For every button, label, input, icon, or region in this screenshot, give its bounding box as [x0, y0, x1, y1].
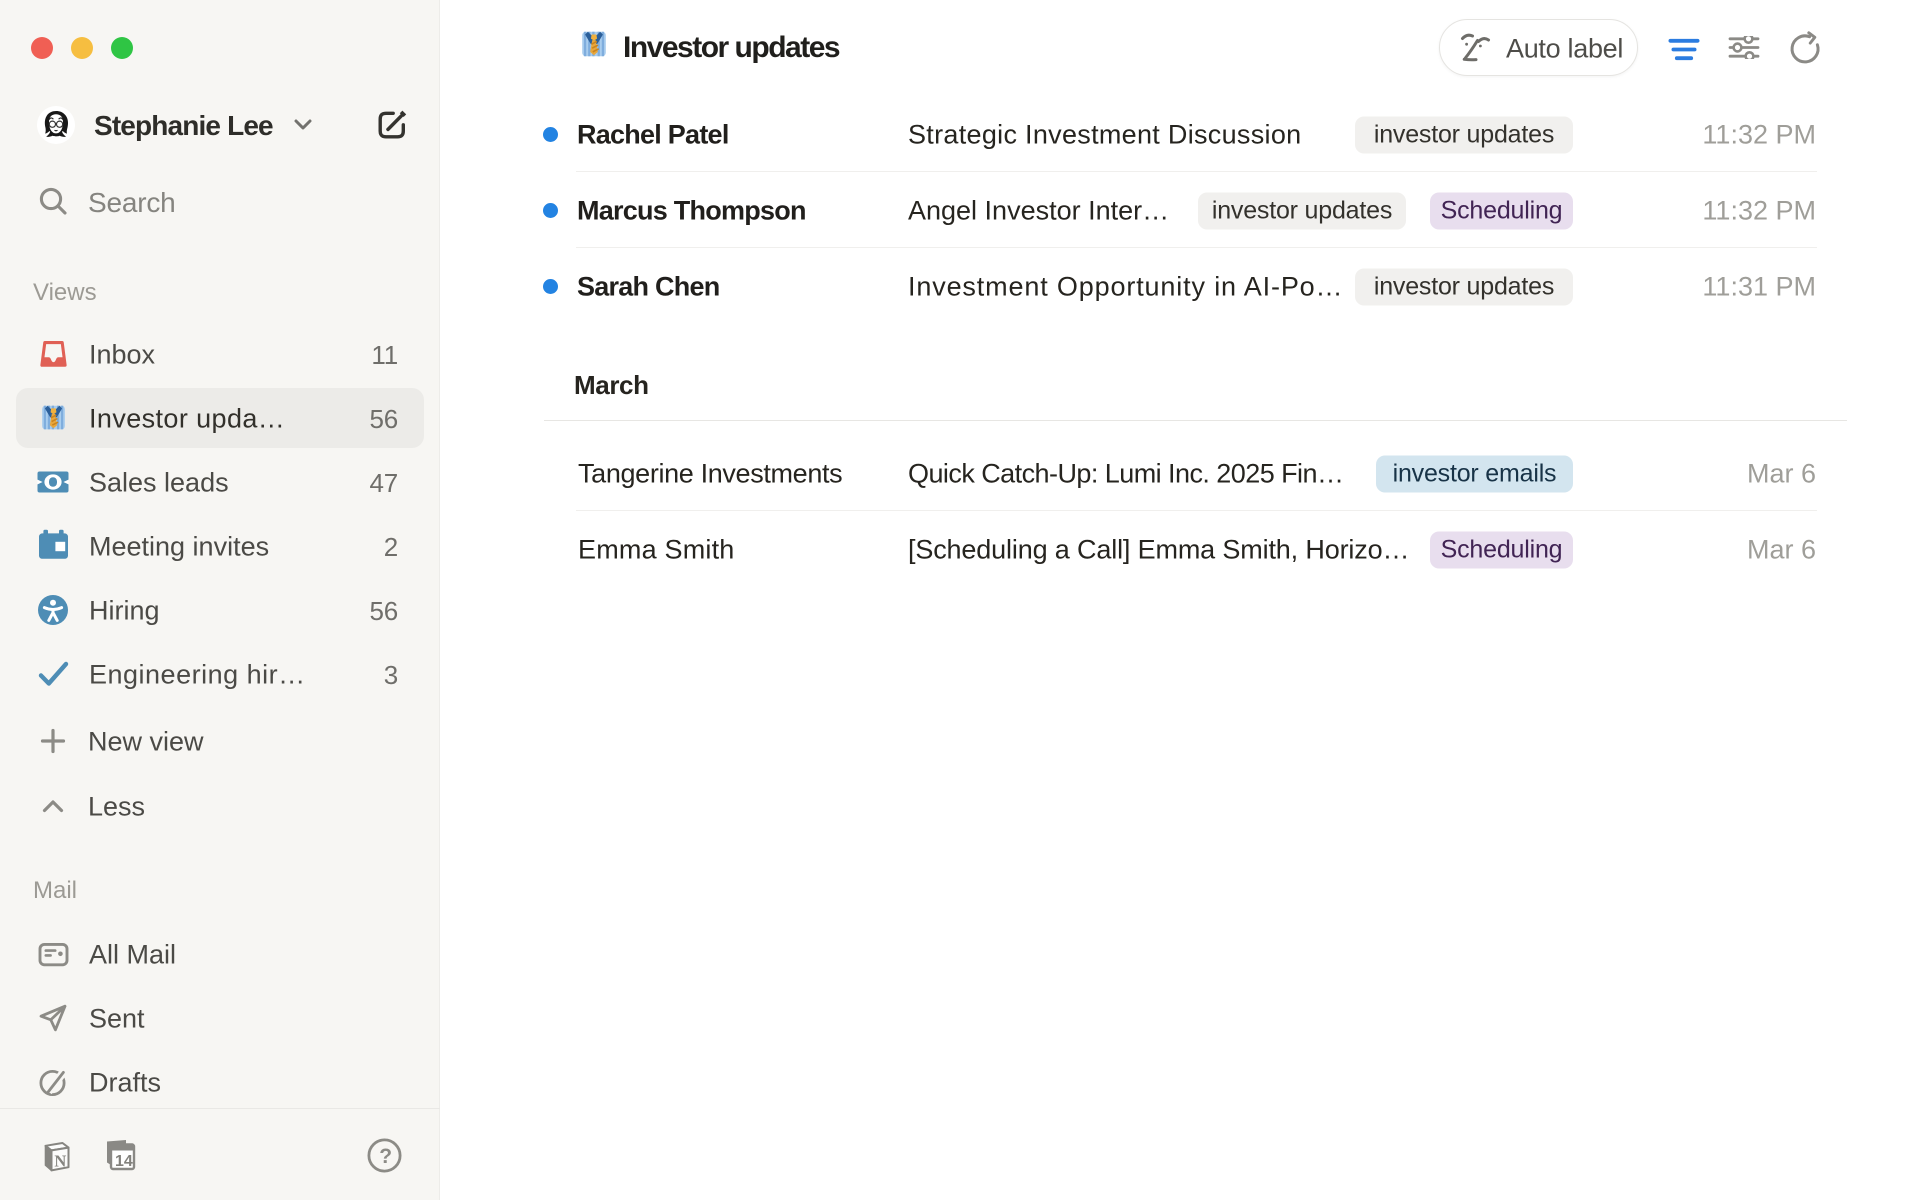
svg-text:N: N [54, 1152, 66, 1171]
svg-text:?: ? [379, 1145, 392, 1168]
svg-text:14: 14 [115, 1153, 133, 1170]
